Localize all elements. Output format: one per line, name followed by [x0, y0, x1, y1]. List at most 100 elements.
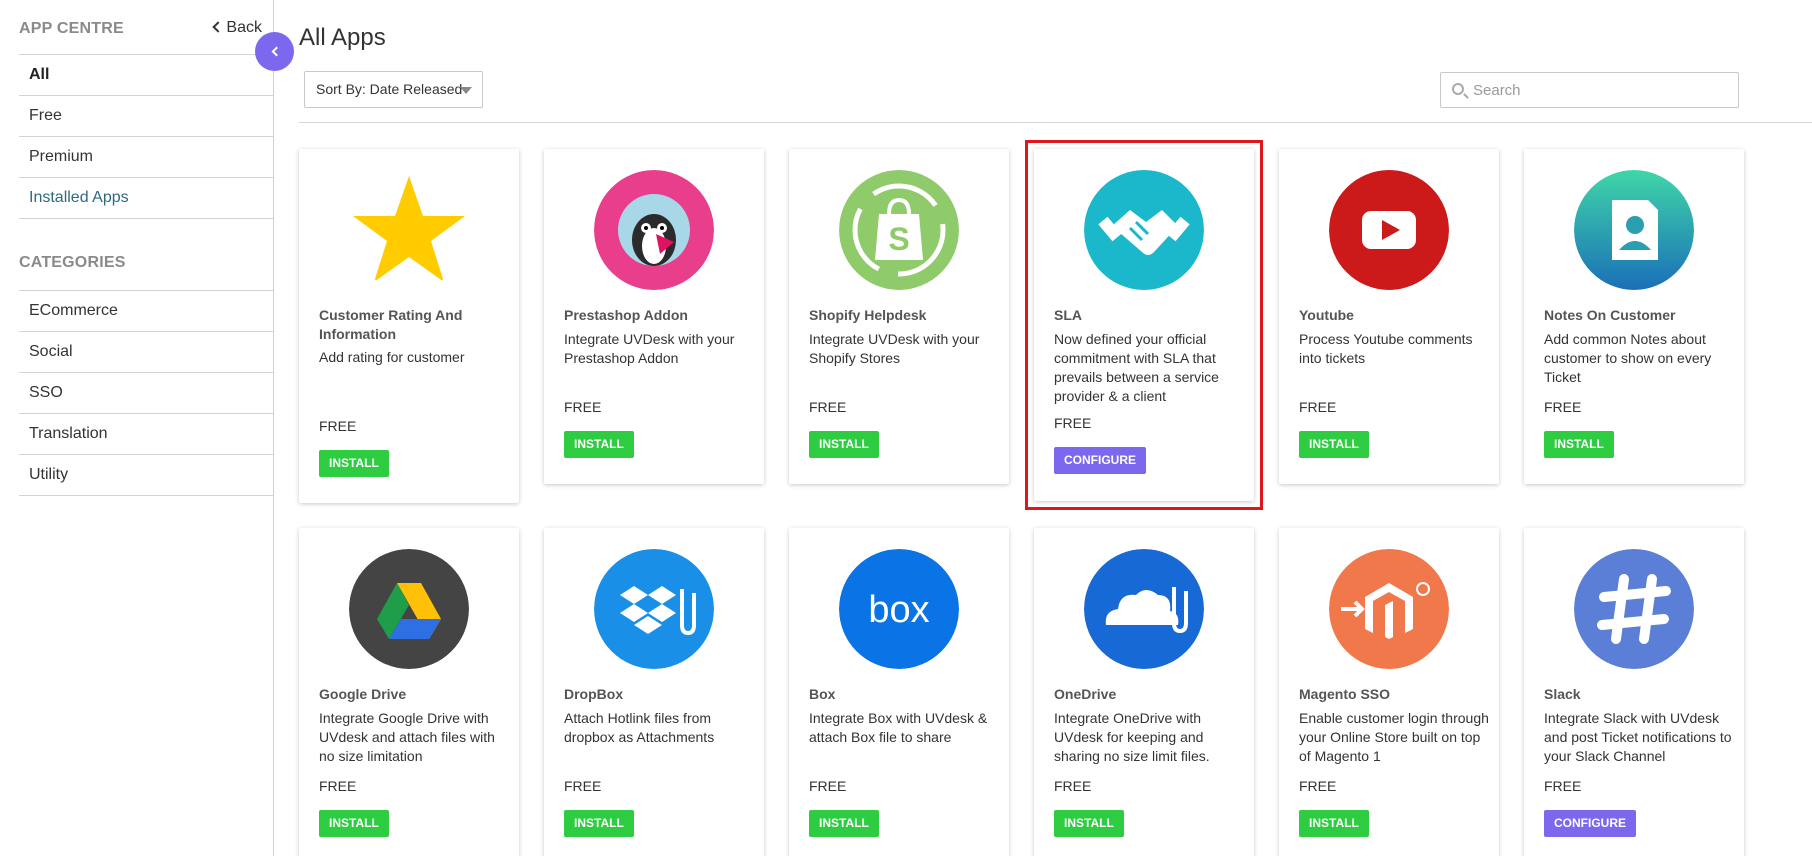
sidebar-header: APP CENTRE Back: [19, 18, 273, 54]
app-price: FREE: [809, 778, 847, 794]
configure-button[interactable]: CONFIGURE: [1054, 447, 1146, 474]
box-icon: box: [839, 549, 959, 669]
app-price: FREE: [564, 778, 602, 794]
app-description: Integrate UVDesk with your Prestashop Ad…: [564, 331, 735, 366]
chevron-left-icon: [271, 46, 281, 57]
app-name: Youtube: [1299, 307, 1354, 323]
install-button[interactable]: INSTALL: [319, 810, 389, 837]
app-description: Process Youtube comments into tickets: [1299, 331, 1473, 366]
search-icon: [1452, 83, 1464, 95]
install-button[interactable]: INSTALL: [809, 431, 879, 458]
app-price: FREE: [1299, 399, 1337, 415]
app-description: Add common Notes about customer to show …: [1544, 331, 1712, 385]
app-description: Add rating for customer: [319, 349, 465, 365]
install-button[interactable]: INSTALL: [1544, 431, 1614, 458]
app-name: Prestashop Addon: [564, 307, 688, 323]
category-sso[interactable]: SSO: [19, 373, 273, 414]
app-card[interactable]: Magento SSO Enable customer login throug…: [1279, 528, 1499, 856]
app-name: DropBox: [564, 686, 624, 702]
caret-down-icon: [460, 87, 472, 94]
configure-button[interactable]: CONFIGURE: [1544, 810, 1636, 837]
app-description: Integrate UVDesk with your Shopify Store…: [809, 331, 980, 366]
category-social[interactable]: Social: [19, 332, 273, 373]
app-price: FREE: [319, 418, 357, 434]
category-translation[interactable]: Translation: [19, 414, 273, 455]
collapse-sidebar-button[interactable]: [255, 32, 294, 71]
app-price: FREE: [1054, 778, 1092, 794]
app-price: FREE: [1544, 778, 1582, 794]
app-description: Integrate OneDrive with UVdesk for keepi…: [1054, 710, 1210, 764]
handshake-icon: [1084, 170, 1204, 290]
app-price: FREE: [809, 399, 847, 415]
magento-icon: [1329, 549, 1449, 669]
slack-icon: [1574, 549, 1694, 669]
install-button[interactable]: INSTALL: [1054, 810, 1124, 837]
onedrive-icon: [1084, 549, 1204, 669]
app-price: FREE: [1544, 399, 1582, 415]
sidebar-item-all[interactable]: All: [19, 55, 273, 96]
app-description: Integrate Box with UVdesk & attach Box f…: [809, 710, 988, 745]
app-price: FREE: [1054, 415, 1092, 431]
app-card[interactable]: Google Drive Integrate Google Drive with…: [299, 528, 519, 856]
chevron-left-icon: [212, 21, 225, 33]
app-description: Integrate Google Drive with UVdesk and a…: [319, 710, 495, 764]
install-button[interactable]: INSTALL: [564, 810, 634, 837]
app-card[interactable]: Youtube Process Youtube comments into ti…: [1279, 149, 1499, 484]
header-divider: [299, 122, 1812, 123]
install-button[interactable]: INSTALL: [809, 810, 879, 837]
category-utility[interactable]: Utility: [19, 455, 273, 496]
search-box: [1440, 72, 1739, 108]
sort-dropdown[interactable]: Sort By: Date Released: [304, 71, 483, 108]
app-card[interactable]: S Shopify Helpdesk Integrate UVDesk with…: [789, 149, 1009, 484]
back-link[interactable]: Back: [212, 19, 262, 37]
app-name: Shopify Helpdesk: [809, 307, 927, 323]
app-description: Attach Hotlink files from dropbox as Att…: [564, 710, 715, 745]
app-price: FREE: [564, 399, 602, 415]
app-name: Notes On Customer: [1544, 307, 1676, 323]
app-name: OneDrive: [1054, 686, 1117, 702]
sort-label: Sort By: Date Released: [316, 81, 463, 97]
app-name: Magento SSO: [1299, 686, 1391, 702]
install-button[interactable]: INSTALL: [319, 450, 389, 477]
app-card[interactable]: DropBox Attach Hotlink files from dropbo…: [544, 528, 764, 856]
filter-list: All Free Premium Installed Apps: [19, 54, 273, 219]
sidebar-title: APP CENTRE: [19, 20, 124, 37]
dropbox-icon: [594, 549, 714, 669]
app-card[interactable]: Notes On Customer Add common Notes about…: [1524, 149, 1744, 484]
prestashop-icon: [594, 170, 714, 290]
sidebar: APP CENTRE Back All Free Premium Install…: [0, 0, 274, 856]
app-description: Now defined your official commitment wit…: [1054, 331, 1219, 404]
page-title: All Apps: [299, 24, 386, 51]
app-description: Enable customer login through your Onlin…: [1299, 710, 1489, 764]
sidebar-item-installed-apps[interactable]: Installed Apps: [19, 178, 273, 219]
app-name: Customer Rating And Information: [319, 307, 463, 342]
app-card[interactable]: Customer Rating And Information Add rati…: [299, 149, 519, 503]
app-card[interactable]: SLA Now defined your official commitment…: [1034, 149, 1254, 501]
youtube-icon: [1329, 170, 1449, 290]
sidebar-item-premium[interactable]: Premium: [19, 137, 273, 178]
star-icon: [349, 170, 469, 290]
app-name: Google Drive: [319, 686, 407, 702]
app-card[interactable]: OneDrive Integrate OneDrive with UVdesk …: [1034, 528, 1254, 856]
svg-text:S: S: [888, 221, 909, 257]
app-name: Box: [809, 686, 836, 702]
install-button[interactable]: INSTALL: [1299, 810, 1369, 837]
category-ecommerce[interactable]: ECommerce: [19, 291, 273, 332]
svg-text:box: box: [868, 589, 929, 631]
app-card[interactable]: Prestashop Addon Integrate UVDesk with y…: [544, 149, 764, 484]
app-name: Slack: [1544, 686, 1581, 702]
app-description: Integrate Slack with UVdesk and post Tic…: [1544, 710, 1732, 764]
sidebar-item-free[interactable]: Free: [19, 96, 273, 137]
install-button[interactable]: INSTALL: [564, 431, 634, 458]
app-card[interactable]: Slack Integrate Slack with UVdesk and po…: [1524, 528, 1744, 856]
notes-icon: [1574, 170, 1694, 290]
app-price: FREE: [319, 778, 357, 794]
app-card[interactable]: box Box Integrate Box with UVdesk & atta…: [789, 528, 1009, 856]
google-drive-icon: [349, 549, 469, 669]
categories-title: CATEGORIES: [19, 254, 126, 271]
category-list: ECommerce Social SSO Translation Utility: [19, 290, 273, 496]
install-button[interactable]: INSTALL: [1299, 431, 1369, 458]
search-input[interactable]: [1473, 73, 1733, 107]
back-label: Back: [226, 19, 262, 36]
app-price: FREE: [1299, 778, 1337, 794]
